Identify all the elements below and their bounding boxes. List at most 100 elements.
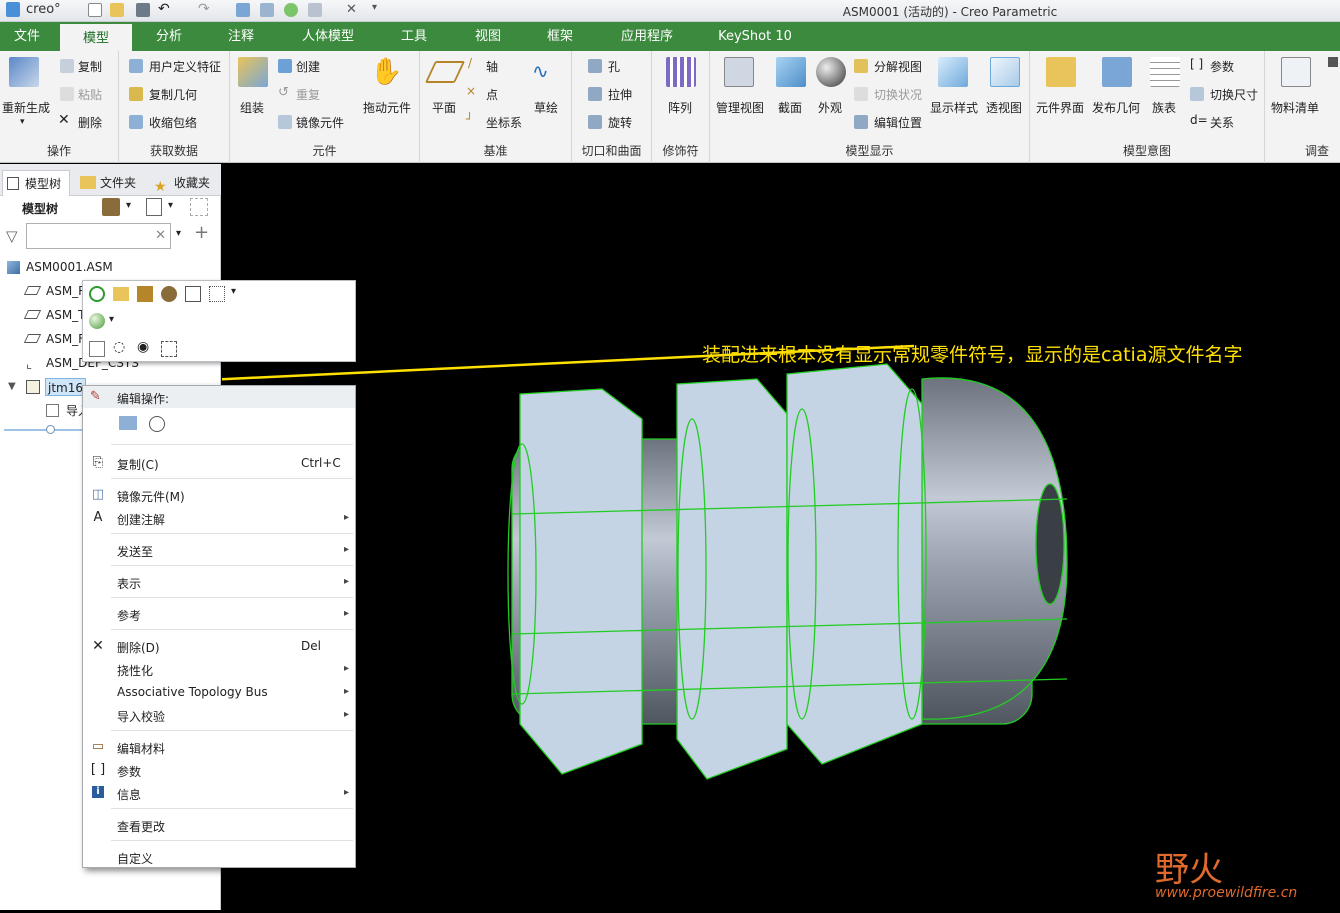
move-component-icon[interactable] [119, 416, 137, 430]
group-label-model-display[interactable]: 模型显示 [710, 142, 1029, 159]
appearance-ball-icon[interactable] [89, 313, 105, 329]
search-dropdown-icon[interactable]: ▾ [176, 228, 181, 239]
menu-item-customize[interactable]: 自定义 [83, 848, 355, 868]
csys-button[interactable]: 坐标系 [486, 114, 522, 131]
menu-item-edit-material[interactable]: ▭ 编辑材料 [83, 738, 355, 758]
axis-button[interactable]: 轴 [486, 58, 498, 75]
menu-item-view-changes[interactable]: 查看更改 [83, 816, 355, 836]
tree-search-input[interactable]: ✕ [26, 223, 171, 249]
hide-icon[interactable]: ◌ [113, 339, 125, 355]
group-label-cut-surface[interactable]: 切口和曲面 [572, 142, 651, 159]
drag-component-button[interactable]: 拖动元件 [363, 99, 411, 116]
reference-viewer-icon[interactable] [209, 286, 225, 302]
publish-geometry-button[interactable]: 发布几何 [1092, 99, 1140, 116]
menu-item-representation[interactable]: 表示 ▸ [83, 573, 355, 593]
sketch-button[interactable]: 草绘 [534, 99, 558, 116]
group-label-operations[interactable]: 操作 [0, 142, 118, 159]
appearance-button[interactable]: 外观 [818, 99, 842, 116]
paste-button[interactable]: 粘贴 [78, 86, 102, 103]
edit-position-button[interactable]: 编辑位置 [874, 114, 922, 131]
menu-item-send-to[interactable]: 发送至 ▸ [83, 541, 355, 561]
manage-views-button[interactable]: 管理视图 [716, 99, 764, 116]
settings-dropdown-icon[interactable]: ▾ [126, 200, 131, 211]
tab-keyshot[interactable]: KeyShot 10 [712, 22, 798, 51]
tab-view[interactable]: 视图 [460, 22, 516, 51]
show-dropdown-icon[interactable]: ▾ [168, 200, 173, 211]
menu-item-copy[interactable]: ⎘ 复制(C) Ctrl+C [83, 454, 355, 474]
pattern-button[interactable]: 阵列 [668, 99, 692, 116]
group-label-model-intent[interactable]: 模型意图 [1030, 142, 1264, 159]
menu-item-flexibility[interactable]: 挠性化 ▸ [83, 660, 355, 680]
menu-item-references[interactable]: 参考 ▸ [83, 605, 355, 625]
toggle-status-button[interactable]: 切换状况 [874, 86, 922, 103]
display-style-button[interactable]: 显示样式 [930, 99, 978, 116]
group-label-datum[interactable]: 基准 [420, 142, 571, 159]
menu-item-parameters[interactable]: [ ] 参数 [83, 761, 355, 781]
bom-button[interactable]: 物料清单 [1271, 99, 1319, 116]
select-pattern-icon[interactable] [185, 286, 201, 302]
appearance-edit-icon[interactable] [161, 286, 177, 302]
activate-icon[interactable] [89, 286, 105, 302]
group-label-component[interactable]: 元件 [230, 142, 419, 159]
assemble-button[interactable]: 组装 [240, 99, 264, 116]
menu-item-mirror-component[interactable]: ◫ 镜像元件(M) [83, 486, 355, 506]
perspective-button[interactable]: 透视图 [986, 99, 1022, 116]
parameters-button[interactable]: 参数 [1210, 58, 1234, 75]
extrude-button[interactable]: 拉伸 [608, 86, 632, 103]
add-filter-icon[interactable]: + [194, 222, 209, 243]
shrinkwrap-button[interactable]: 收缩包络 [149, 114, 197, 131]
section-button[interactable]: 截面 [778, 99, 802, 116]
group-label-modifiers[interactable]: 修饰符 [652, 142, 709, 159]
show-options-icon[interactable] [146, 198, 162, 216]
menu-item-associative-topology-bus[interactable]: Associative Topology Bus ▸ [83, 683, 355, 703]
tab-framework[interactable]: 框架 [532, 22, 588, 51]
explode-view-button[interactable]: 分解视图 [874, 58, 922, 75]
tab-file[interactable]: 文件 [0, 22, 54, 51]
tab-manikin[interactable]: 人体模型 [290, 22, 366, 51]
delete-button[interactable]: 删除 [78, 114, 102, 131]
tab-annotate[interactable]: 注释 [210, 22, 272, 51]
graphics-viewport[interactable] [81, 164, 1340, 910]
regenerate-button[interactable]: 重新生成 [2, 99, 50, 116]
copy-geometry-button[interactable]: 复制几何 [149, 86, 197, 103]
filter-icon[interactable]: ▽ [6, 227, 18, 245]
family-table-button[interactable]: 族表 [1152, 99, 1176, 116]
zoom-to-selected-icon[interactable] [89, 341, 105, 357]
expand-arrow-icon[interactable]: ▼ [8, 376, 16, 398]
group-label-investigate[interactable]: 调查 [1305, 142, 1340, 159]
insert-marker-handle-icon[interactable] [46, 425, 55, 434]
revolve-button[interactable]: 旋转 [608, 114, 632, 131]
tab-model[interactable]: 模型 [60, 22, 132, 51]
hide-others-icon[interactable] [161, 341, 177, 357]
open-part-icon[interactable] [113, 287, 129, 301]
mirror-component-button[interactable]: 镜像元件 [296, 114, 344, 131]
show-icon[interactable]: ◉ [137, 339, 149, 355]
tab-model-tree[interactable]: 模型树 [2, 170, 70, 196]
switch-dimensions-button[interactable]: 切换尺寸 [1210, 86, 1258, 103]
tab-folder-browser[interactable]: 文件夹 [78, 170, 138, 196]
tab-favorites[interactable]: ★ 收藏夹 [152, 170, 218, 196]
column-display-icon[interactable] [190, 198, 208, 216]
insert-marker-line[interactable] [4, 425, 82, 434]
menu-item-import-check[interactable]: 导入校验 ▸ [83, 706, 355, 726]
more-dropdown-icon[interactable]: ▾ [231, 286, 236, 297]
plane-button[interactable]: 平面 [432, 99, 456, 116]
tab-applications[interactable]: 应用程序 [612, 22, 682, 51]
menu-item-info[interactable]: i 信息 ▸ [83, 784, 355, 804]
udf-button[interactable]: 用户定义特征 [149, 58, 221, 75]
appearance-dropdown-icon[interactable]: ▾ [109, 314, 114, 325]
tab-analysis[interactable]: 分析 [138, 22, 200, 51]
tab-tools[interactable]: 工具 [386, 22, 442, 51]
edit-definition-icon[interactable] [137, 286, 153, 302]
settings-tools-icon[interactable] [102, 198, 120, 216]
copy-button[interactable]: 复制 [78, 58, 102, 75]
hole-button[interactable]: 孔 [608, 58, 620, 75]
menu-item-delete[interactable]: ✕ 删除(D) Del [83, 637, 355, 657]
group-label-get-data[interactable]: 获取数据 [119, 142, 229, 159]
replace-component-icon[interactable] [149, 416, 165, 432]
component-interface-button[interactable]: 元件界面 [1036, 99, 1084, 116]
create-button[interactable]: 创建 [296, 58, 320, 75]
point-button[interactable]: 点 [486, 86, 498, 103]
relations-button[interactable]: 关系 [1210, 114, 1234, 131]
menu-item-create-annotation[interactable]: A 创建注解 ▸ [83, 509, 355, 529]
